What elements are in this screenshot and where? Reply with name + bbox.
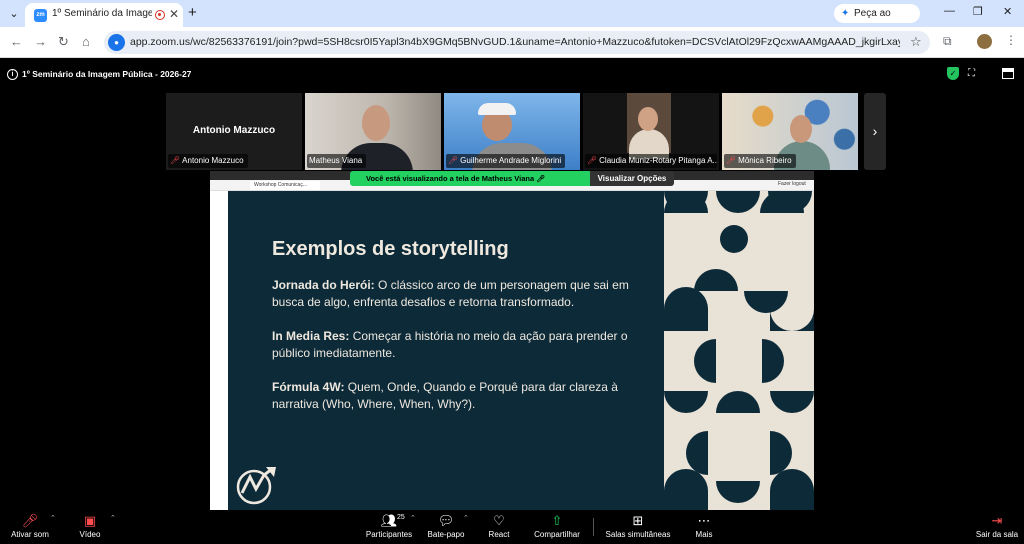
more-dots-icon: ⋯ [697, 513, 711, 528]
gemini-button[interactable]: ✦ Peça ao Gemini [834, 4, 920, 38]
address-bar[interactable]: ● app.zoom.us/wc/82563376191/join?pwd=5S… [104, 31, 930, 54]
meeting-title: 1º Seminário da Imagem Pública - 2026-27 [22, 69, 192, 79]
shared-screen: Workshop Comunicaç... Fazer logout Exemp… [210, 171, 814, 510]
video-button[interactable]: ▣ Vídeo [72, 510, 108, 544]
slide: Exemplos de storytelling Jornada do Heró… [228, 191, 814, 510]
breakout-rooms-button[interactable]: ⊞ Salas simultâneas [603, 510, 673, 544]
gemini-sparkle-icon: ✦ [841, 8, 850, 19]
grid-icon: ⊞ [632, 513, 644, 528]
cap-shape [478, 103, 516, 115]
participant-label: 🎤︎ Mônica Ribeiro [724, 154, 796, 168]
site-info-icon[interactable]: ● [108, 34, 125, 51]
brand-logo-icon [236, 467, 276, 505]
unmute-button[interactable]: 🎤︎ Ativar som [8, 510, 52, 544]
browser-menu-icon[interactable]: ⋮ [1005, 33, 1017, 47]
leave-door-icon: ⇥ [991, 513, 1003, 528]
participant-tile[interactable]: 🎤︎ Guilherme Andrade Miglorini [444, 93, 580, 170]
participants-count: 25 [397, 514, 405, 521]
back-arrow-icon[interactable]: ← [10, 34, 23, 49]
heart-icon: ♡ [493, 513, 505, 528]
browser-tabstrip: ⌄ zm 1º Seminário da Imagem Pú ✕ + ✦ Peç… [0, 0, 1024, 38]
url-text[interactable]: app.zoom.us/wc/82563376191/join?pwd=5SH8… [130, 36, 900, 48]
security-shield-icon[interactable]: ✓ [947, 67, 959, 80]
share-screen-button[interactable]: ⇧ Compartilhar [530, 510, 584, 544]
new-tab-plus-icon[interactable]: + [188, 4, 197, 21]
forward-arrow-icon[interactable]: → [34, 34, 47, 49]
chat-button[interactable]: 💬︎ Bate-papo [424, 510, 468, 544]
extensions-puzzle-icon[interactable]: ⧉ [943, 34, 952, 49]
zoom-favicon-icon: zm [34, 9, 47, 22]
controls-divider [593, 518, 594, 536]
mic-muted-icon: 🎤︎ [21, 513, 39, 528]
fullscreen-icon[interactable]: ⛶ [968, 68, 975, 79]
participant-tile[interactable]: Antonio Mazzuco 🎤︎ Antonio Mazzuco [166, 93, 302, 170]
participant-tile[interactable]: 🎤︎ Mônica Ribeiro [722, 93, 858, 170]
meeting-header: i 1º Seminário da Imagem Pública - 2026-… [0, 58, 1024, 90]
slide-item-formula-4w: Fórmula 4W: Quem, Onde, Quando e Porquê … [272, 380, 618, 411]
mic-muted-icon: 🎤︎ [448, 156, 459, 165]
reload-icon[interactable]: ↻ [58, 34, 69, 50]
tab-close-icon[interactable]: ✕ [169, 7, 179, 21]
video-options-caret-icon[interactable]: ⌃ [110, 514, 116, 522]
slide-item-in-media-res: In Media Res: Começar a história no meio… [272, 329, 628, 360]
presenter-tab: Workshop Comunicaç... [250, 181, 320, 190]
react-button[interactable]: ♡ React [482, 510, 516, 544]
profile-avatar[interactable] [977, 34, 992, 49]
audio-options-caret-icon[interactable]: ⌃ [50, 514, 56, 522]
browser-tab-zoom[interactable]: zm 1º Seminário da Imagem Pú ✕ [25, 3, 183, 27]
bookmark-star-icon[interactable]: ☆ [910, 34, 922, 50]
participants-button[interactable]: 👥︎ Participantes [362, 510, 416, 544]
chat-bubble-icon: 💬︎ [437, 513, 455, 528]
participant-tile[interactable]: 🎤︎ Claudia Muniz-Rotary Pitanga A... [583, 93, 719, 170]
slide-title: Exemplos de storytelling [272, 238, 509, 260]
participant-name-large: Antonio Mazzuco [192, 125, 276, 136]
participant-head [638, 107, 658, 131]
window-close-icon[interactable]: ✕ [1003, 5, 1012, 18]
tab-title: 1º Seminário da Imagem Pú [52, 8, 152, 19]
participant-label: 🎤︎ Claudia Muniz-Rotary Pitanga A... [585, 154, 717, 168]
view-options-button[interactable]: Visualizar Opções [590, 171, 674, 186]
participant-label: 🎤︎ Guilherme Andrade Miglorini [446, 154, 566, 168]
share-arrow-icon: ⇧ [551, 513, 563, 528]
tab-search-chevron-icon[interactable]: ⌄ [4, 4, 24, 24]
mic-muted-icon: 🎤︎ [587, 156, 598, 165]
participant-gallery: Antonio Mazzuco 🎤︎ Antonio Mazzuco Matheu… [0, 90, 1024, 170]
meeting-controls: 🎤︎ Ativar som ⌃ ▣ Vídeo ⌃ 👥︎ Participant… [0, 510, 1024, 544]
slide-item-hero-journey: Jornada do Herói: O clássico arco de um … [272, 278, 629, 309]
presenter-mic-icon: 🎤︎ [536, 176, 546, 183]
minimize-icon[interactable]: — [944, 5, 955, 17]
presenter-logout-label: Fazer logout [778, 181, 806, 187]
participant-label: Matheus Viana [307, 154, 367, 168]
view-layout-icon[interactable] [1002, 68, 1014, 79]
home-icon[interactable]: ⌂ [82, 34, 90, 49]
participants-icon: 👥︎ [380, 513, 398, 528]
more-button[interactable]: ⋯ Mais [688, 510, 720, 544]
participant-head [362, 105, 390, 141]
browser-toolbar: ← → ↻ ⌂ ● app.zoom.us/wc/82563376191/joi… [0, 27, 1024, 58]
recording-indicator-icon [155, 10, 165, 20]
share-banner-text: Você está visualizando a tela de Matheus… [366, 174, 535, 183]
mic-muted-icon: 🎤︎ [726, 156, 737, 165]
participant-tile-active-speaker[interactable]: Matheus Viana [305, 93, 441, 170]
chat-caret-icon[interactable]: ⌃ [463, 514, 469, 522]
participants-caret-icon[interactable]: ⌃ [410, 514, 416, 522]
mic-muted-icon: 🎤︎ [170, 156, 181, 165]
share-viewing-banner: Você está visualizando a tela de Matheus… [350, 171, 590, 186]
meeting-info-icon[interactable]: i [7, 69, 18, 80]
participant-label: 🎤︎ Antonio Mazzuco [168, 154, 248, 168]
restore-icon[interactable]: ❐ [973, 5, 983, 18]
decorative-pattern [664, 191, 814, 510]
camera-off-icon: ▣ [83, 513, 97, 528]
participant-head [790, 115, 812, 143]
gallery-next-chevron-icon[interactable]: › [864, 93, 886, 170]
leave-button[interactable]: ⇥ Sair da sala [972, 510, 1022, 544]
